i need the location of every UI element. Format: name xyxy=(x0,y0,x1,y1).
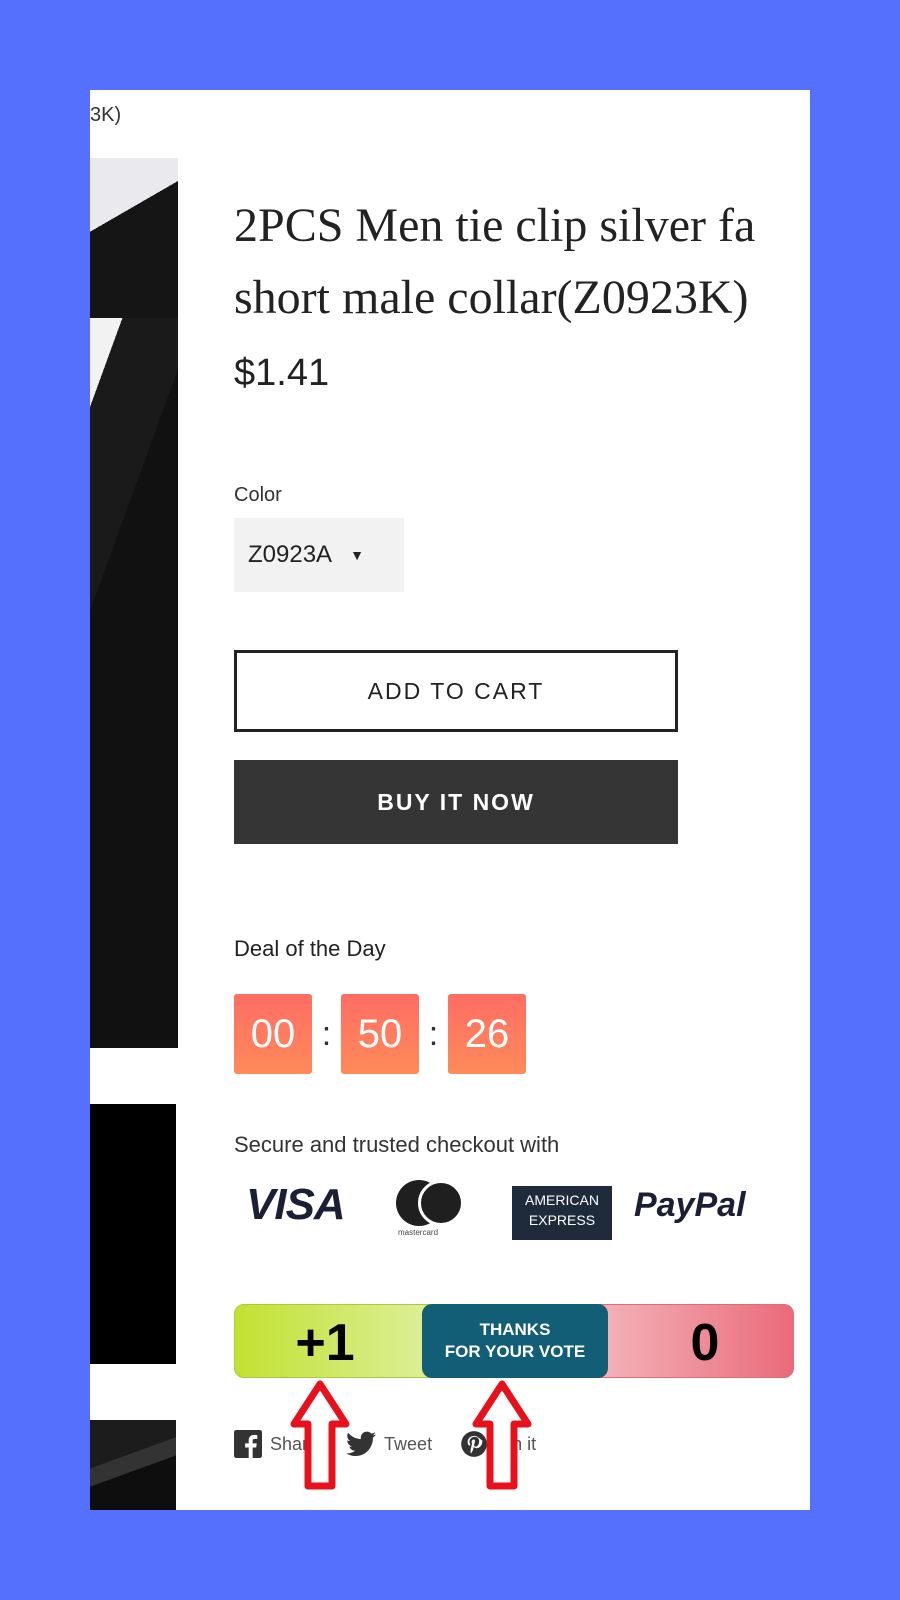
add-to-cart-button[interactable]: ADD TO CART xyxy=(234,650,678,732)
twitter-icon xyxy=(346,1431,377,1456)
deal-label: Deal of the Day xyxy=(234,936,386,961)
vote-widget: +1 0 THANKS FOR YOUR VOTE xyxy=(234,1304,794,1380)
product-title: 2PCS Men tie clip silver fa short male c… xyxy=(234,190,810,334)
mastercard-logo: mastercard xyxy=(392,1180,466,1240)
countdown-minutes: 50 xyxy=(341,994,419,1074)
amex-line: AMERICAN xyxy=(525,1192,599,1208)
mastercard-caption: mastercard xyxy=(398,1228,439,1237)
product-thumbnail[interactable] xyxy=(90,1104,176,1364)
product-title-line: short male collar(Z0923K) xyxy=(234,271,749,324)
product-title-line: 2PCS Men tie clip silver fa xyxy=(234,199,756,252)
product-price: $1.41 xyxy=(234,352,330,394)
payment-logos: VISA mastercard AMERICAN EXPRESS PayPal xyxy=(234,1174,774,1244)
product-card: 3K) 2PCS Men tie clip silver fa short ma… xyxy=(90,90,810,1510)
visa-logo: VISA xyxy=(246,1180,346,1229)
vote-thanks-line: FOR YOUR VOTE xyxy=(444,1342,586,1361)
amex-logo: AMERICAN EXPRESS xyxy=(512,1186,612,1240)
countdown-hours: 00 xyxy=(234,994,312,1074)
buy-now-button[interactable]: BUY IT NOW xyxy=(234,760,678,844)
countdown-separator: : xyxy=(321,1014,332,1053)
vote-down-count: 0 xyxy=(690,1314,720,1372)
checkout-label: Secure and trusted checkout with xyxy=(234,1132,560,1157)
vote-thanks-line: THANKS xyxy=(479,1320,551,1339)
amex-line: EXPRESS xyxy=(528,1212,596,1228)
vote-thanks-message: THANKS FOR YOUR VOTE xyxy=(422,1304,608,1378)
share-twitter[interactable]: Tweet xyxy=(346,1431,432,1457)
vote-up-count: +1 xyxy=(295,1314,355,1372)
breadcrumb[interactable]: 3K) xyxy=(90,104,121,127)
color-select-value: Z0923A xyxy=(248,541,333,568)
product-thumbnail[interactable] xyxy=(90,158,178,1048)
countdown-seconds: 26 xyxy=(448,994,526,1074)
variant-label: Color xyxy=(234,484,282,506)
product-thumbnail[interactable] xyxy=(90,1420,176,1510)
countdown-timer: 00 : 50 : 26 xyxy=(234,994,526,1074)
paypal-logo: PayPal xyxy=(634,1186,746,1224)
color-select[interactable]: Z0923A ▼ xyxy=(234,518,404,592)
share-twitter-label: Tweet xyxy=(384,1433,433,1454)
countdown-separator: : xyxy=(428,1014,439,1053)
chevron-down-icon: ▼ xyxy=(350,547,364,563)
arrow-up-icon xyxy=(472,1380,532,1490)
facebook-icon xyxy=(234,1430,262,1458)
arrow-up-icon xyxy=(290,1380,350,1490)
